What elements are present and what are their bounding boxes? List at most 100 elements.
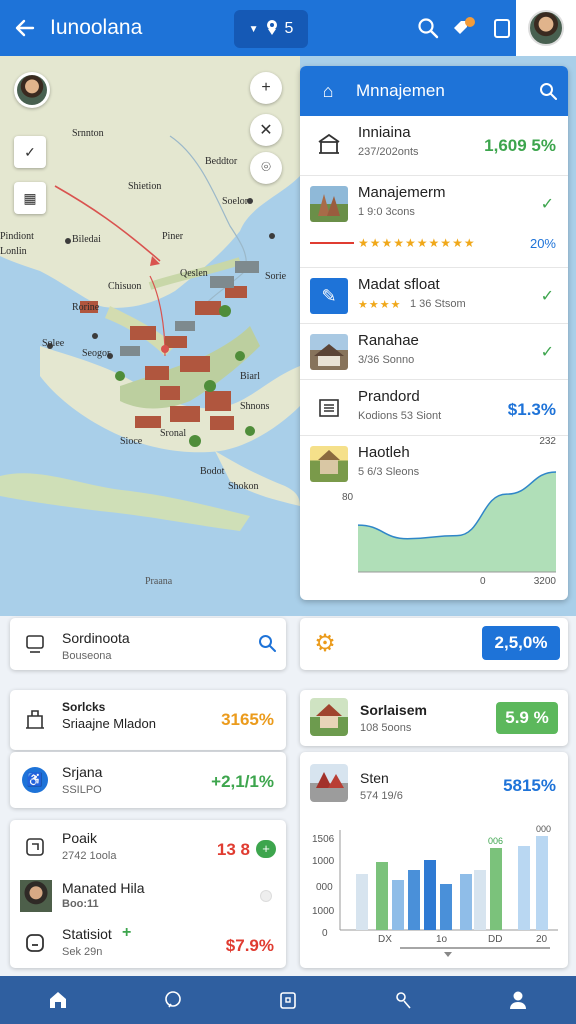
- stat-card[interactable]: Sorlaisem 108 5oons 5.9 %: [300, 690, 568, 746]
- map-label: Qeslen: [180, 268, 208, 279]
- item-value: 1,609 5%: [484, 136, 556, 155]
- landmark-thumbnail: [310, 186, 348, 222]
- map-user-avatar[interactable]: [14, 72, 50, 108]
- bar-chart: [339, 830, 558, 957]
- card-subtitle: 108 5oons: [360, 722, 412, 734]
- card-value-pill[interactable]: 5.9 %: [496, 702, 558, 734]
- nav-chat[interactable]: [115, 976, 230, 1024]
- notification-badge-icon[interactable]: [450, 14, 478, 42]
- nav-box[interactable]: [230, 976, 345, 1024]
- panel-search-icon[interactable]: [528, 82, 568, 100]
- zoom-in-button[interactable]: +: [250, 72, 282, 104]
- rating-stars-icon: ★★★★★★★★★★: [358, 236, 476, 250]
- list-item[interactable]: Haotleh 5 6/3 Sleons 232 80 0 3200: [300, 436, 568, 596]
- avatar-photo: [17, 75, 47, 105]
- bar: [518, 846, 530, 930]
- radio-dot[interactable]: [260, 890, 272, 902]
- pavilion-thumbnail: [310, 698, 348, 736]
- card-title: Sordinoota: [62, 630, 130, 646]
- rating-stars-icon: ★★★★: [358, 299, 402, 311]
- bar: [490, 848, 502, 930]
- gear-icon[interactable]: ⚙: [312, 630, 338, 657]
- chat-icon: [22, 631, 48, 657]
- settings-value-pill[interactable]: 2,5,0%: [482, 626, 560, 660]
- item-subtitle: Kodions 53 Siont: [358, 410, 442, 422]
- plus-badge[interactable]: +: [256, 840, 276, 858]
- card-subtitle: SSILPO: [62, 784, 102, 796]
- document-icon: [310, 390, 348, 426]
- profile-icon: [510, 991, 527, 1009]
- bar-y-tick: 0: [322, 928, 328, 939]
- bar-y-tick: 1506: [312, 834, 335, 845]
- card-title: Srjana: [62, 764, 103, 780]
- area-chart: 232 80 0 3200: [300, 436, 568, 596]
- map-layers-button[interactable]: ▦: [14, 182, 46, 214]
- tools-button[interactable]: ✕: [250, 114, 282, 146]
- bar: [536, 836, 548, 930]
- map-label: Lonlin: [0, 246, 27, 257]
- map-label: Sronal: [160, 428, 187, 439]
- map-label: Rorine: [72, 302, 100, 313]
- item-title: Madat sfloat: [358, 276, 440, 293]
- bar-chart-card: Sten 574 19/6 5815% 1506 1000 000 1000 0…: [300, 752, 568, 968]
- person-thumbnail: [20, 880, 52, 912]
- list-item[interactable]: Poaik 2742 1oola 13 8 +: [10, 820, 286, 868]
- chevron-down-icon: ▼: [248, 23, 259, 35]
- bar: [440, 884, 452, 930]
- bar-x-tick: 20: [536, 934, 548, 945]
- chart-x-tick: 0: [480, 576, 486, 587]
- search-icon[interactable]: [254, 630, 280, 656]
- chart-icon: [22, 930, 48, 956]
- nav-people[interactable]: [346, 976, 461, 1024]
- bar-x-tick: DX: [378, 934, 392, 945]
- card-value: 3165%: [221, 710, 274, 729]
- bottom-navigation: [0, 976, 576, 1024]
- map-check-button[interactable]: ✓: [14, 136, 46, 168]
- checkmark-icon: ✓: [540, 288, 554, 305]
- map-label: Praana: [145, 576, 173, 587]
- item-subtitle: 1 36 Stsom: [410, 298, 466, 310]
- card-tag: Sorlcks: [62, 700, 106, 714]
- home-icon[interactable]: ⌂: [300, 81, 356, 102]
- list-item[interactable]: Prandord Kodions 53 Siont $1.3%: [300, 380, 568, 436]
- map-label: Pindiont: [0, 231, 34, 242]
- card-title: Sriaajne Mladon: [62, 716, 156, 731]
- search-icon[interactable]: [414, 14, 442, 42]
- list-item[interactable]: Manajemerm 1 9:0 3cons ✓ ★★★★★★★★★★ 20%: [300, 176, 568, 268]
- list-item[interactable]: Inniaina 237/202onts 1,609 5%: [300, 116, 568, 176]
- search-card[interactable]: Sordinoota Bouseona: [10, 618, 286, 670]
- list-item[interactable]: Ranahae 3/36 Sonno ✓: [300, 324, 568, 380]
- settings-card[interactable]: ⚙ 2,5,0%: [300, 618, 568, 670]
- row-title: Poaik: [62, 830, 98, 846]
- card-subtitle: Bouseona: [62, 650, 112, 662]
- item-subtitle: 237/202onts: [358, 146, 419, 158]
- map-label: Beddtor: [205, 156, 238, 167]
- row-value: $7.9%: [225, 936, 274, 955]
- item-title: Inniaina: [358, 124, 411, 141]
- location-filter-chip[interactable]: ▼ 5: [234, 10, 308, 48]
- chat-icon: [164, 991, 181, 1008]
- chapel-thumbnail: [310, 764, 348, 802]
- list-item[interactable]: ✎ Madat sfloat ★★★★ 1 36 Stsom ✓: [300, 268, 568, 324]
- nav-profile[interactable]: [461, 976, 576, 1024]
- map-label: Piner: [162, 231, 184, 242]
- stat-card[interactable]: ♿ Srjana SSILPO +2,1/1%: [10, 752, 286, 808]
- back-arrow-icon[interactable]: [0, 0, 50, 56]
- card-title: Sten: [360, 770, 389, 786]
- map-label: Biarl: [240, 371, 260, 382]
- list-item[interactable]: Manated Hila Boo:11: [10, 872, 286, 920]
- map-label: Chisuon: [108, 281, 142, 292]
- chart-y-tick: 80: [342, 492, 354, 503]
- locate-button[interactable]: ⌾: [250, 152, 282, 184]
- user-avatar[interactable]: [516, 0, 576, 56]
- list-item[interactable]: Statisiot + Sek 29n $7.9%: [10, 920, 286, 968]
- house-thumbnail: [310, 334, 348, 370]
- item-title: Ranahae: [358, 332, 419, 349]
- tools-icon: ✕: [259, 122, 273, 139]
- bar-y-tick: 000: [316, 882, 333, 893]
- map-label: Bodot: [200, 466, 225, 477]
- nav-home[interactable]: [0, 976, 115, 1024]
- row-title: Statisiot: [62, 926, 112, 942]
- stat-card[interactable]: Sorlcks Sriaajne Mladon 3165%: [10, 690, 286, 750]
- clipboard-icon[interactable]: [488, 14, 516, 42]
